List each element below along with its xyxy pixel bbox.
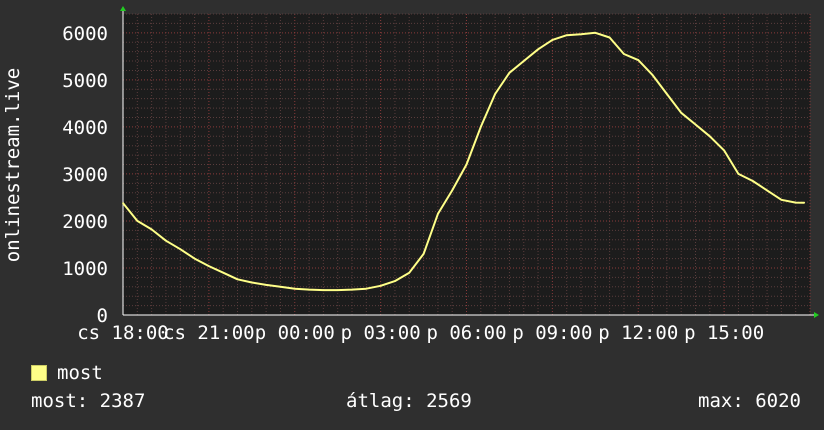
data-point <box>122 202 124 204</box>
data-point <box>179 248 182 250</box>
data-point <box>136 220 139 222</box>
legend: most <box>31 362 103 384</box>
data-point <box>537 48 539 51</box>
x-tick-label: p 00:00 <box>255 322 335 344</box>
stat-current: most: 2387 <box>31 390 146 412</box>
data-point <box>336 289 339 291</box>
data-point <box>494 93 496 95</box>
data-point <box>680 111 682 114</box>
data-point <box>522 60 525 62</box>
data-point <box>637 59 640 61</box>
data-point <box>308 288 310 291</box>
data-point <box>565 34 568 36</box>
data-point <box>508 71 511 74</box>
data-point <box>551 39 554 41</box>
y-axis-arrow <box>120 6 126 11</box>
data-point <box>265 284 267 286</box>
y-tick-label: 1000 <box>62 258 108 280</box>
y-axis-label: onlinestream.live <box>2 68 24 262</box>
data-point <box>723 149 725 152</box>
data-point <box>208 265 210 267</box>
data-point <box>422 253 425 255</box>
data-point <box>279 285 282 288</box>
data-point <box>780 198 783 201</box>
y-tick-label: 3000 <box>62 164 108 186</box>
data-point <box>394 280 396 282</box>
data-point <box>293 287 296 290</box>
x-tick-label: p 06:00 <box>426 322 506 344</box>
y-tick-label: 2000 <box>62 211 108 233</box>
x-tick-label: p 15:00 <box>684 322 764 344</box>
data-point <box>651 74 654 76</box>
data-point <box>794 201 797 204</box>
data-point <box>766 189 768 192</box>
x-tick-label: p 09:00 <box>512 322 592 344</box>
data-point <box>623 53 625 55</box>
data-point <box>694 123 697 126</box>
data-point <box>322 289 325 291</box>
y-tick-label: 5000 <box>62 70 108 92</box>
data-point <box>608 36 611 39</box>
y-tick-label: 4000 <box>62 117 108 139</box>
data-point <box>594 32 597 34</box>
data-point <box>251 281 253 284</box>
chart-canvas: 0100020003000400050006000cs 18:00cs 21:0… <box>2 6 819 344</box>
data-point <box>803 201 806 204</box>
data-point <box>408 271 411 274</box>
data-point <box>751 180 754 182</box>
stat-max: max: 6020 <box>698 390 801 412</box>
data-point <box>709 135 711 138</box>
data-point <box>150 228 153 231</box>
data-point <box>351 288 353 291</box>
x-tick-label: cs 21:00 <box>163 322 255 344</box>
legend-label-most: most <box>57 362 103 384</box>
data-point <box>465 163 468 166</box>
stat-average: átlag: 2569 <box>346 390 472 412</box>
stats-row: most: 2387 átlag: 2569 max: 6020 <box>31 390 801 414</box>
data-point <box>451 189 453 192</box>
legend-swatch-most <box>31 365 47 381</box>
data-point <box>666 93 668 95</box>
data-point <box>737 173 740 175</box>
data-point <box>165 239 167 242</box>
x-tick-label: p 03:00 <box>341 322 421 344</box>
x-tick-label: cs 18:00 <box>77 322 169 344</box>
data-point <box>365 287 368 290</box>
x-axis-arrow <box>814 312 819 318</box>
data-point <box>480 126 482 128</box>
data-point <box>236 278 239 281</box>
data-point <box>379 285 382 287</box>
x-tick-label: p 12:00 <box>598 322 678 344</box>
data-point <box>580 33 582 36</box>
data-point <box>193 257 196 260</box>
data-point <box>437 213 439 215</box>
y-tick-label: 6000 <box>62 23 108 45</box>
data-point <box>222 271 224 274</box>
